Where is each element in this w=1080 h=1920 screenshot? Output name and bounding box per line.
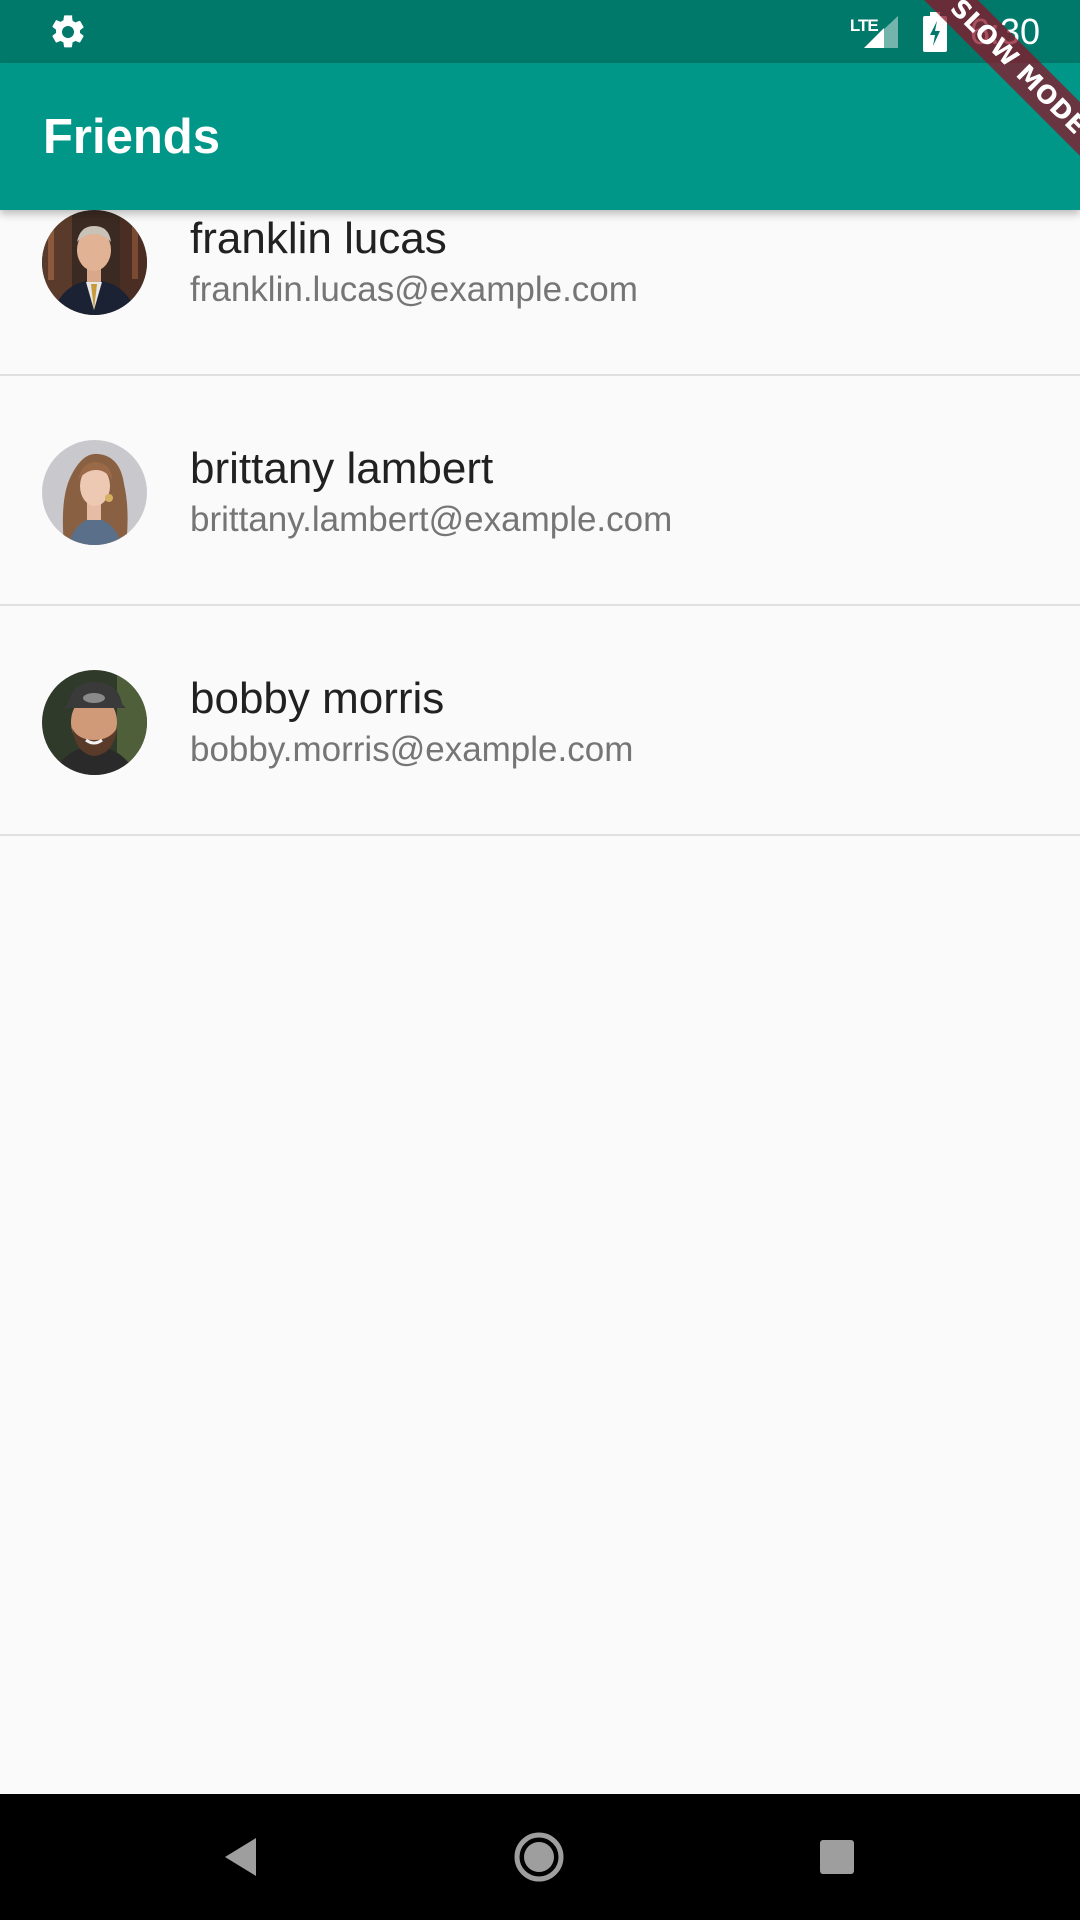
- gear-icon: [52, 15, 84, 48]
- avatar-photo-brittany: [42, 440, 147, 545]
- home-icon[interactable]: [506, 1824, 572, 1890]
- app-bar: Friends: [0, 63, 1080, 210]
- list-item[interactable]: bobby morris bobby.morris@example.com: [0, 606, 1080, 836]
- status-bar: LTE 6:30: [0, 0, 1080, 63]
- avatar-photo-franklin: [42, 210, 147, 315]
- page-title: Friends: [43, 110, 220, 164]
- friend-email: franklin.lucas@example.com: [190, 270, 638, 309]
- back-icon[interactable]: [208, 1824, 274, 1890]
- friend-list: franklin lucas franklin.lucas@example.co…: [0, 146, 1080, 836]
- avatar: [42, 670, 147, 775]
- recents-icon[interactable]: [804, 1824, 870, 1890]
- friends-screen: LTE 6:30 SLOW MODE Friends: [0, 0, 1080, 1920]
- friend-name: brittany lambert: [190, 444, 494, 493]
- avatar-photo-bobby: [42, 670, 147, 775]
- friend-email: bobby.morris@example.com: [190, 730, 634, 769]
- lte-signal-icon: LTE: [850, 12, 900, 52]
- avatar: [42, 440, 147, 545]
- friend-email: brittany.lambert@example.com: [190, 500, 673, 539]
- avatar: [42, 210, 147, 315]
- navigation-bar: [0, 1794, 1080, 1920]
- friend-name: franklin lucas: [190, 214, 447, 263]
- friend-name: bobby morris: [190, 674, 445, 723]
- list-item[interactable]: brittany lambert brittany.lambert@exampl…: [0, 376, 1080, 606]
